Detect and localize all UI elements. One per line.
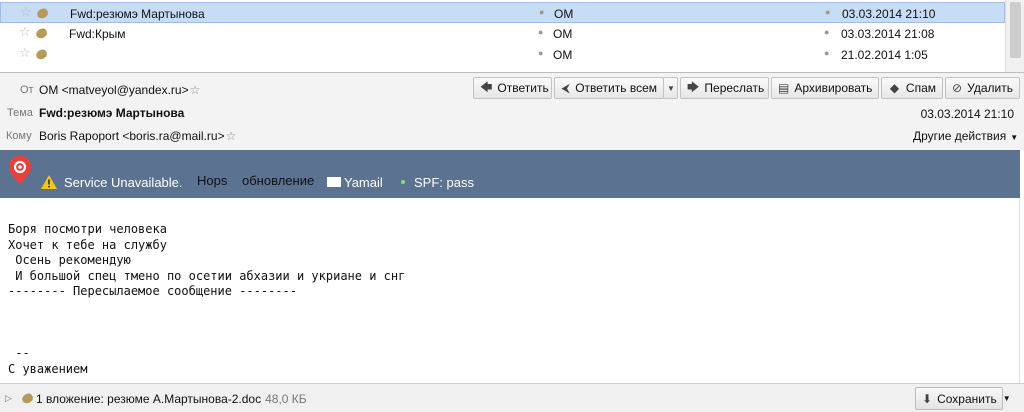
star-icon[interactable]: ☆ — [20, 5, 32, 18]
attachment-bar: ▷ 1 вложение: резюме А.Мартынова-2.doc 48… — [0, 383, 1024, 412]
reply-button[interactable]: 🡄 Ответить — [473, 77, 552, 99]
to-field[interactable]: Boris Rapoport <boris.ra@mail.ru>☆ — [39, 129, 236, 143]
reply-all-icon: ⮜ — [561, 80, 570, 95]
warning-icon — [41, 175, 57, 189]
to-label: Кому — [6, 130, 32, 142]
chevron-down-icon: ▼ — [667, 83, 675, 93]
subject-label: Тема — [7, 107, 33, 119]
message-header: От OM <matveyol@yandex.ru>☆ 🡄 Ответить ⮜ О… — [0, 72, 1024, 150]
reply-all-dropdown[interactable]: ▼ — [663, 77, 678, 99]
archive-icon: ▤ — [778, 81, 790, 95]
add-contact-star-icon[interactable]: ☆ — [190, 83, 201, 97]
forward-label: Переслать — [704, 81, 765, 95]
attachment-info[interactable]: 1 вложение: резюме А.Мартынова-2.doc 48,0… — [36, 392, 307, 406]
attachment-icon — [34, 48, 49, 61]
message-date-header: 03.03.2014 21:10 — [920, 107, 1014, 121]
chevron-down-icon: ▼ — [1002, 394, 1011, 403]
message-row[interactable]: ☆ ● OM ● 21.02.2014 1:05 — [0, 44, 1005, 65]
save-label: Сохранить — [937, 391, 997, 406]
message-sender: OM — [553, 48, 573, 62]
chevron-down-icon: ▼ — [1010, 133, 1019, 142]
forward-icon: 🡆 — [687, 79, 700, 94]
reply-icon: 🡄 — [480, 79, 493, 94]
from-field[interactable]: OM <matveyol@yandex.ru>☆ — [39, 83, 200, 97]
read-status-dot[interactable]: ● — [538, 48, 543, 58]
delete-icon: ⊘ — [952, 81, 963, 95]
archive-label: Архивировать — [794, 81, 873, 95]
envelope-icon — [327, 177, 341, 187]
download-icon: ⬇ — [922, 391, 933, 406]
message-date: 03.03.2014 21:08 — [841, 27, 935, 41]
spf-status-dot — [401, 180, 405, 184]
message-date: 03.03.2014 21:10 — [842, 7, 936, 21]
star-icon[interactable]: ☆ — [19, 46, 31, 59]
spam-button[interactable]: ◆ Спам — [881, 77, 943, 99]
spam-label: Спам — [905, 81, 936, 95]
message-list: ☆ Fwd:резюмэ Мартынова ● OM ● 03.03.2014… — [0, 0, 1024, 72]
attachment-size: 48,0 КБ — [265, 392, 307, 406]
hops-link[interactable]: Hops — [197, 173, 227, 188]
read-status-dot[interactable]: ● — [539, 7, 544, 17]
update-link[interactable]: обновление — [242, 173, 314, 188]
scrollbar-thumb[interactable] — [1010, 2, 1021, 58]
service-status-text: Service Unavailable. — [64, 175, 183, 190]
attachment-icon — [34, 27, 49, 40]
message-row[interactable]: ☆ Fwd:резюмэ Мартынова ● OM ● 03.03.2014… — [0, 2, 1005, 23]
message-date: 21.02.2014 1:05 — [841, 48, 928, 62]
delete-button[interactable]: ⊘ Удалить — [945, 77, 1020, 99]
to-value[interactable]: Boris Rapoport <boris.ra@mail.ru> — [39, 129, 225, 143]
attachment-icon — [35, 7, 50, 20]
read-status-dot[interactable]: ● — [538, 27, 543, 37]
attachment-icon — [20, 392, 35, 405]
more-actions-button[interactable]: Другие действия ▼ — [913, 129, 1018, 143]
junk-status-dot[interactable]: ● — [825, 7, 830, 17]
junk-status-dot[interactable]: ● — [824, 27, 829, 37]
reply-label: Ответить — [497, 81, 549, 95]
more-actions-label: Другие действия — [913, 129, 1007, 143]
attachment-name[interactable]: 1 вложение: резюме А.Мартынова-2.doc — [36, 392, 261, 406]
message-body-text: Боря посмотри человека Хочет к тебе на с… — [8, 222, 406, 376]
message-sender: OM — [553, 27, 573, 41]
reply-all-button[interactable]: ⮜ Ответить всем — [554, 77, 664, 99]
delete-label: Удалить — [967, 81, 1013, 95]
message-subject: Fwd:Крым — [69, 27, 126, 41]
expand-arrow-icon[interactable]: ▷ — [5, 393, 12, 404]
list-scrollbar[interactable] — [1005, 0, 1024, 72]
forward-button[interactable]: 🡆 Переслать — [680, 77, 769, 99]
message-row[interactable]: ☆ Fwd:Крым ● OM ● 03.03.2014 21:08 — [0, 23, 1005, 44]
from-value[interactable]: OM <matveyol@yandex.ru> — [39, 83, 189, 97]
subject-value: Fwd:резюмэ Мартынова — [39, 106, 184, 120]
junk-status-dot[interactable]: ● — [824, 48, 829, 58]
extension-bar: Service Unavailable. Hops обновление Yam… — [0, 150, 1020, 198]
message-subject: Fwd:резюмэ Мартынова — [70, 7, 205, 21]
location-pin-icon[interactable] — [8, 155, 32, 185]
message-sender: OM — [554, 7, 574, 21]
spf-status-text: SPF: pass — [414, 175, 474, 190]
add-contact-star-icon[interactable]: ☆ — [226, 129, 237, 143]
archive-button[interactable]: ▤ Архивировать — [771, 77, 879, 99]
flame-icon: ◆ — [889, 81, 900, 95]
star-icon[interactable]: ☆ — [19, 25, 31, 38]
yamail-link[interactable]: Yamail — [344, 175, 383, 190]
from-label: От — [20, 84, 34, 96]
save-button[interactable]: ⬇ Сохранить ▼ — [915, 387, 1011, 410]
reply-all-label: Ответить всем — [575, 81, 657, 95]
message-body: Боря посмотри человека Хочет к тебе на с… — [0, 198, 1020, 383]
subject-text: Fwd:резюмэ Мартынова — [39, 106, 185, 120]
